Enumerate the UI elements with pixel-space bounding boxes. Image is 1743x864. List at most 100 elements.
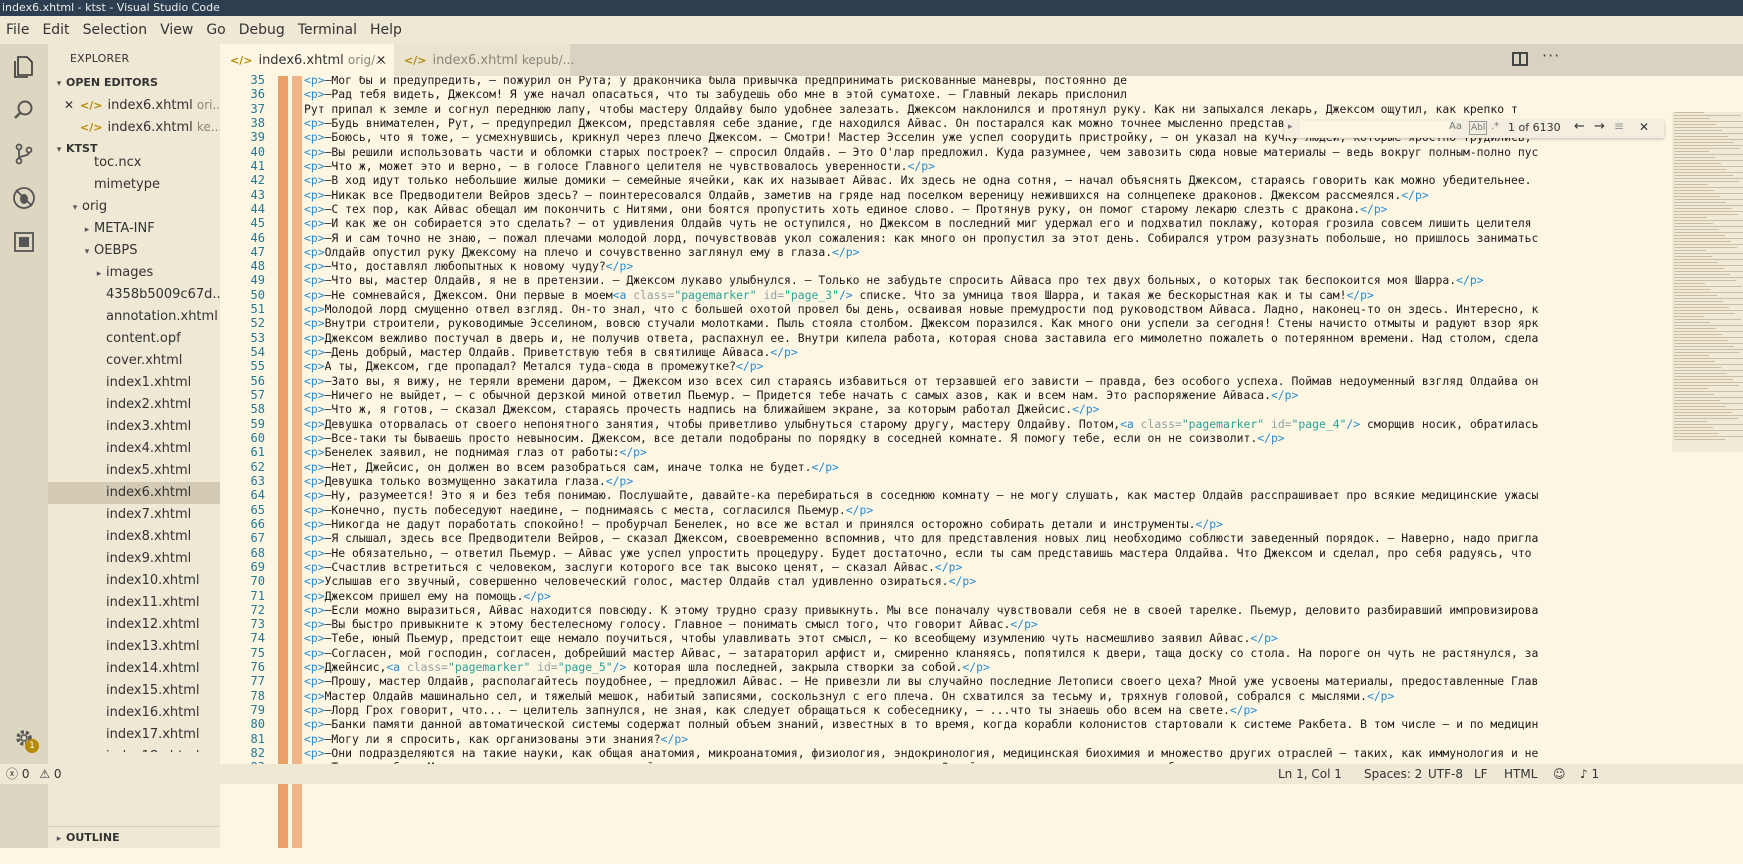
tree-item-label: index17.xhtml xyxy=(106,727,200,742)
indent-guide xyxy=(292,76,302,848)
tree-file[interactable]: index16.xhtml xyxy=(48,702,220,724)
minimap-line xyxy=(1674,430,1743,431)
tree-file[interactable]: index17.xhtml xyxy=(48,724,220,746)
tree-file[interactable]: index7.xhtml xyxy=(48,504,220,526)
tree-file[interactable]: index18.xhtml xyxy=(48,746,220,752)
minimap-line xyxy=(1674,199,1743,200)
minimap-line xyxy=(1674,181,1739,182)
open-editor-item[interactable]: ✕</> index6.xhtml ori... xyxy=(48,94,220,116)
line-number: 76 xyxy=(250,660,265,675)
notifications-indicator[interactable]: ♪ 1 xyxy=(1580,764,1599,784)
split-editor-icon[interactable] xyxy=(1512,52,1528,66)
find-input[interactable] xyxy=(1300,121,1450,137)
tree-file[interactable]: index8.xhtml xyxy=(48,526,220,548)
tree-file[interactable]: content.opf xyxy=(48,328,220,350)
tree-file[interactable]: index5.xhtml xyxy=(48,460,220,482)
close-icon[interactable]: ✕ xyxy=(376,44,386,76)
regex-toggle[interactable]: .* xyxy=(1491,121,1499,132)
cursor-position[interactable]: Ln 1, Col 1 xyxy=(1278,764,1342,784)
tree-file[interactable]: index11.xhtml xyxy=(48,592,220,614)
line-number: 37 xyxy=(250,101,265,116)
line-number: 81 xyxy=(250,731,265,746)
tree-file[interactable]: index15.xhtml xyxy=(48,680,220,702)
minimap-line xyxy=(1674,301,1723,302)
line-number: 55 xyxy=(250,359,265,374)
line-number: 78 xyxy=(250,688,265,703)
arrow-down-icon[interactable]: → xyxy=(1594,119,1605,134)
warning-icon: ⚠ xyxy=(39,767,51,781)
minimap-line xyxy=(1674,250,1706,251)
tree-file[interactable]: index14.xhtml xyxy=(48,658,220,680)
files-icon[interactable] xyxy=(0,44,48,88)
menu-item-debug[interactable]: Debug xyxy=(233,22,292,38)
tree-item-label: images xyxy=(106,265,154,280)
minimap-line xyxy=(1674,277,1743,278)
chevron-right-icon[interactable]: ▸ xyxy=(1288,122,1293,132)
indentation[interactable]: Spaces: 2 xyxy=(1364,764,1422,784)
menu-item-terminal[interactable]: Terminal xyxy=(292,22,364,38)
arrow-up-icon[interactable]: ← xyxy=(1574,119,1585,134)
line-number: 60 xyxy=(250,431,265,445)
tree-file[interactable]: index2.xhtml xyxy=(48,394,220,416)
tab-label: index6.xhtml xyxy=(258,53,344,68)
tree-file[interactable]: index13.xhtml xyxy=(48,636,220,658)
source-control-icon[interactable] xyxy=(0,132,48,176)
minimap-line xyxy=(1674,313,1735,314)
feedback-icon[interactable]: ☺ xyxy=(1553,764,1566,784)
menu-item-view[interactable]: View xyxy=(154,22,200,38)
tree-folder[interactable]: ▸ images xyxy=(48,262,220,284)
tree-folder[interactable]: ▾ orig xyxy=(48,196,220,218)
tree-folder[interactable]: ▾ OEBPS xyxy=(48,240,220,262)
tree-file[interactable]: index1.xhtml xyxy=(48,372,220,394)
problems-indicator[interactable]: ⓧ 0 ⚠ 0 xyxy=(6,764,62,784)
minimap-line xyxy=(1674,358,1743,359)
tree-folder[interactable]: ▸ META-INF xyxy=(48,218,220,240)
tree-file[interactable]: toc.ncx xyxy=(48,152,220,174)
file-icon: </> xyxy=(404,54,427,67)
line-ending[interactable]: LF xyxy=(1474,764,1488,784)
outline-header[interactable]: ▸ OUTLINE xyxy=(48,826,220,848)
close-icon[interactable]: ✕ xyxy=(1639,120,1649,134)
minimap-line xyxy=(1674,190,1714,191)
debug-icon[interactable] xyxy=(0,176,48,220)
gear-icon[interactable]: 1 xyxy=(0,716,48,760)
tree-file[interactable]: mimetype xyxy=(48,174,220,196)
tree-file[interactable]: index10.xhtml xyxy=(48,570,220,592)
tree-file[interactable]: cover.xhtml xyxy=(48,350,220,372)
whole-word-toggle[interactable]: Abl xyxy=(1469,121,1488,135)
code-area[interactable]: <p>—Мог бы и предупредить, — пожурил он … xyxy=(274,76,1663,848)
menu-item-file[interactable]: File xyxy=(0,22,36,38)
selection-icon[interactable]: ≡ xyxy=(1614,119,1624,133)
tab-index6-kepub[interactable]: </> index6.xhtml kepub/... xyxy=(394,44,574,76)
close-icon[interactable]: ✕ xyxy=(64,94,80,116)
tree-file[interactable]: index12.xhtml xyxy=(48,614,220,636)
tree-file[interactable]: index9.xhtml xyxy=(48,548,220,570)
language-mode[interactable]: HTML xyxy=(1504,764,1537,784)
open-editor-item[interactable]: </> index6.xhtml ke... xyxy=(48,116,220,138)
minimap[interactable] xyxy=(1672,112,1743,452)
minimap-line xyxy=(1674,148,1740,149)
search-icon[interactable] xyxy=(0,88,48,132)
tree-file[interactable]: 4358b5009c67d... xyxy=(48,284,220,306)
tree-file[interactable]: index6.xhtml xyxy=(48,482,220,504)
minimap-line xyxy=(1674,373,1727,374)
tree-file[interactable]: index3.xhtml xyxy=(48,416,220,438)
menu-item-help[interactable]: Help xyxy=(364,22,409,38)
match-case-toggle[interactable]: Aa xyxy=(1449,121,1462,132)
tree-file[interactable]: index4.xhtml xyxy=(48,438,220,460)
minimap-line xyxy=(1674,178,1743,179)
open-editors-header[interactable]: ▾ OPEN EDITORS xyxy=(48,72,220,94)
encoding[interactable]: UTF-8 xyxy=(1428,764,1463,784)
minimap-line xyxy=(1674,232,1743,233)
tree-file[interactable]: annotation.xhtml xyxy=(48,306,220,328)
line-number: 56 xyxy=(250,373,265,388)
more-actions-icon[interactable]: ··· xyxy=(1542,46,1560,65)
line-number: 49 xyxy=(250,273,265,288)
extensions-icon[interactable] xyxy=(0,220,48,264)
minimap-line xyxy=(1674,133,1743,134)
minimap-line xyxy=(1674,118,1710,119)
menu-item-go[interactable]: Go xyxy=(200,22,232,38)
menu-item-selection[interactable]: Selection xyxy=(77,22,155,38)
tab-index6-orig[interactable]: </> index6.xhtml orig/... ✕ xyxy=(220,44,394,76)
menu-item-edit[interactable]: Edit xyxy=(36,22,76,38)
